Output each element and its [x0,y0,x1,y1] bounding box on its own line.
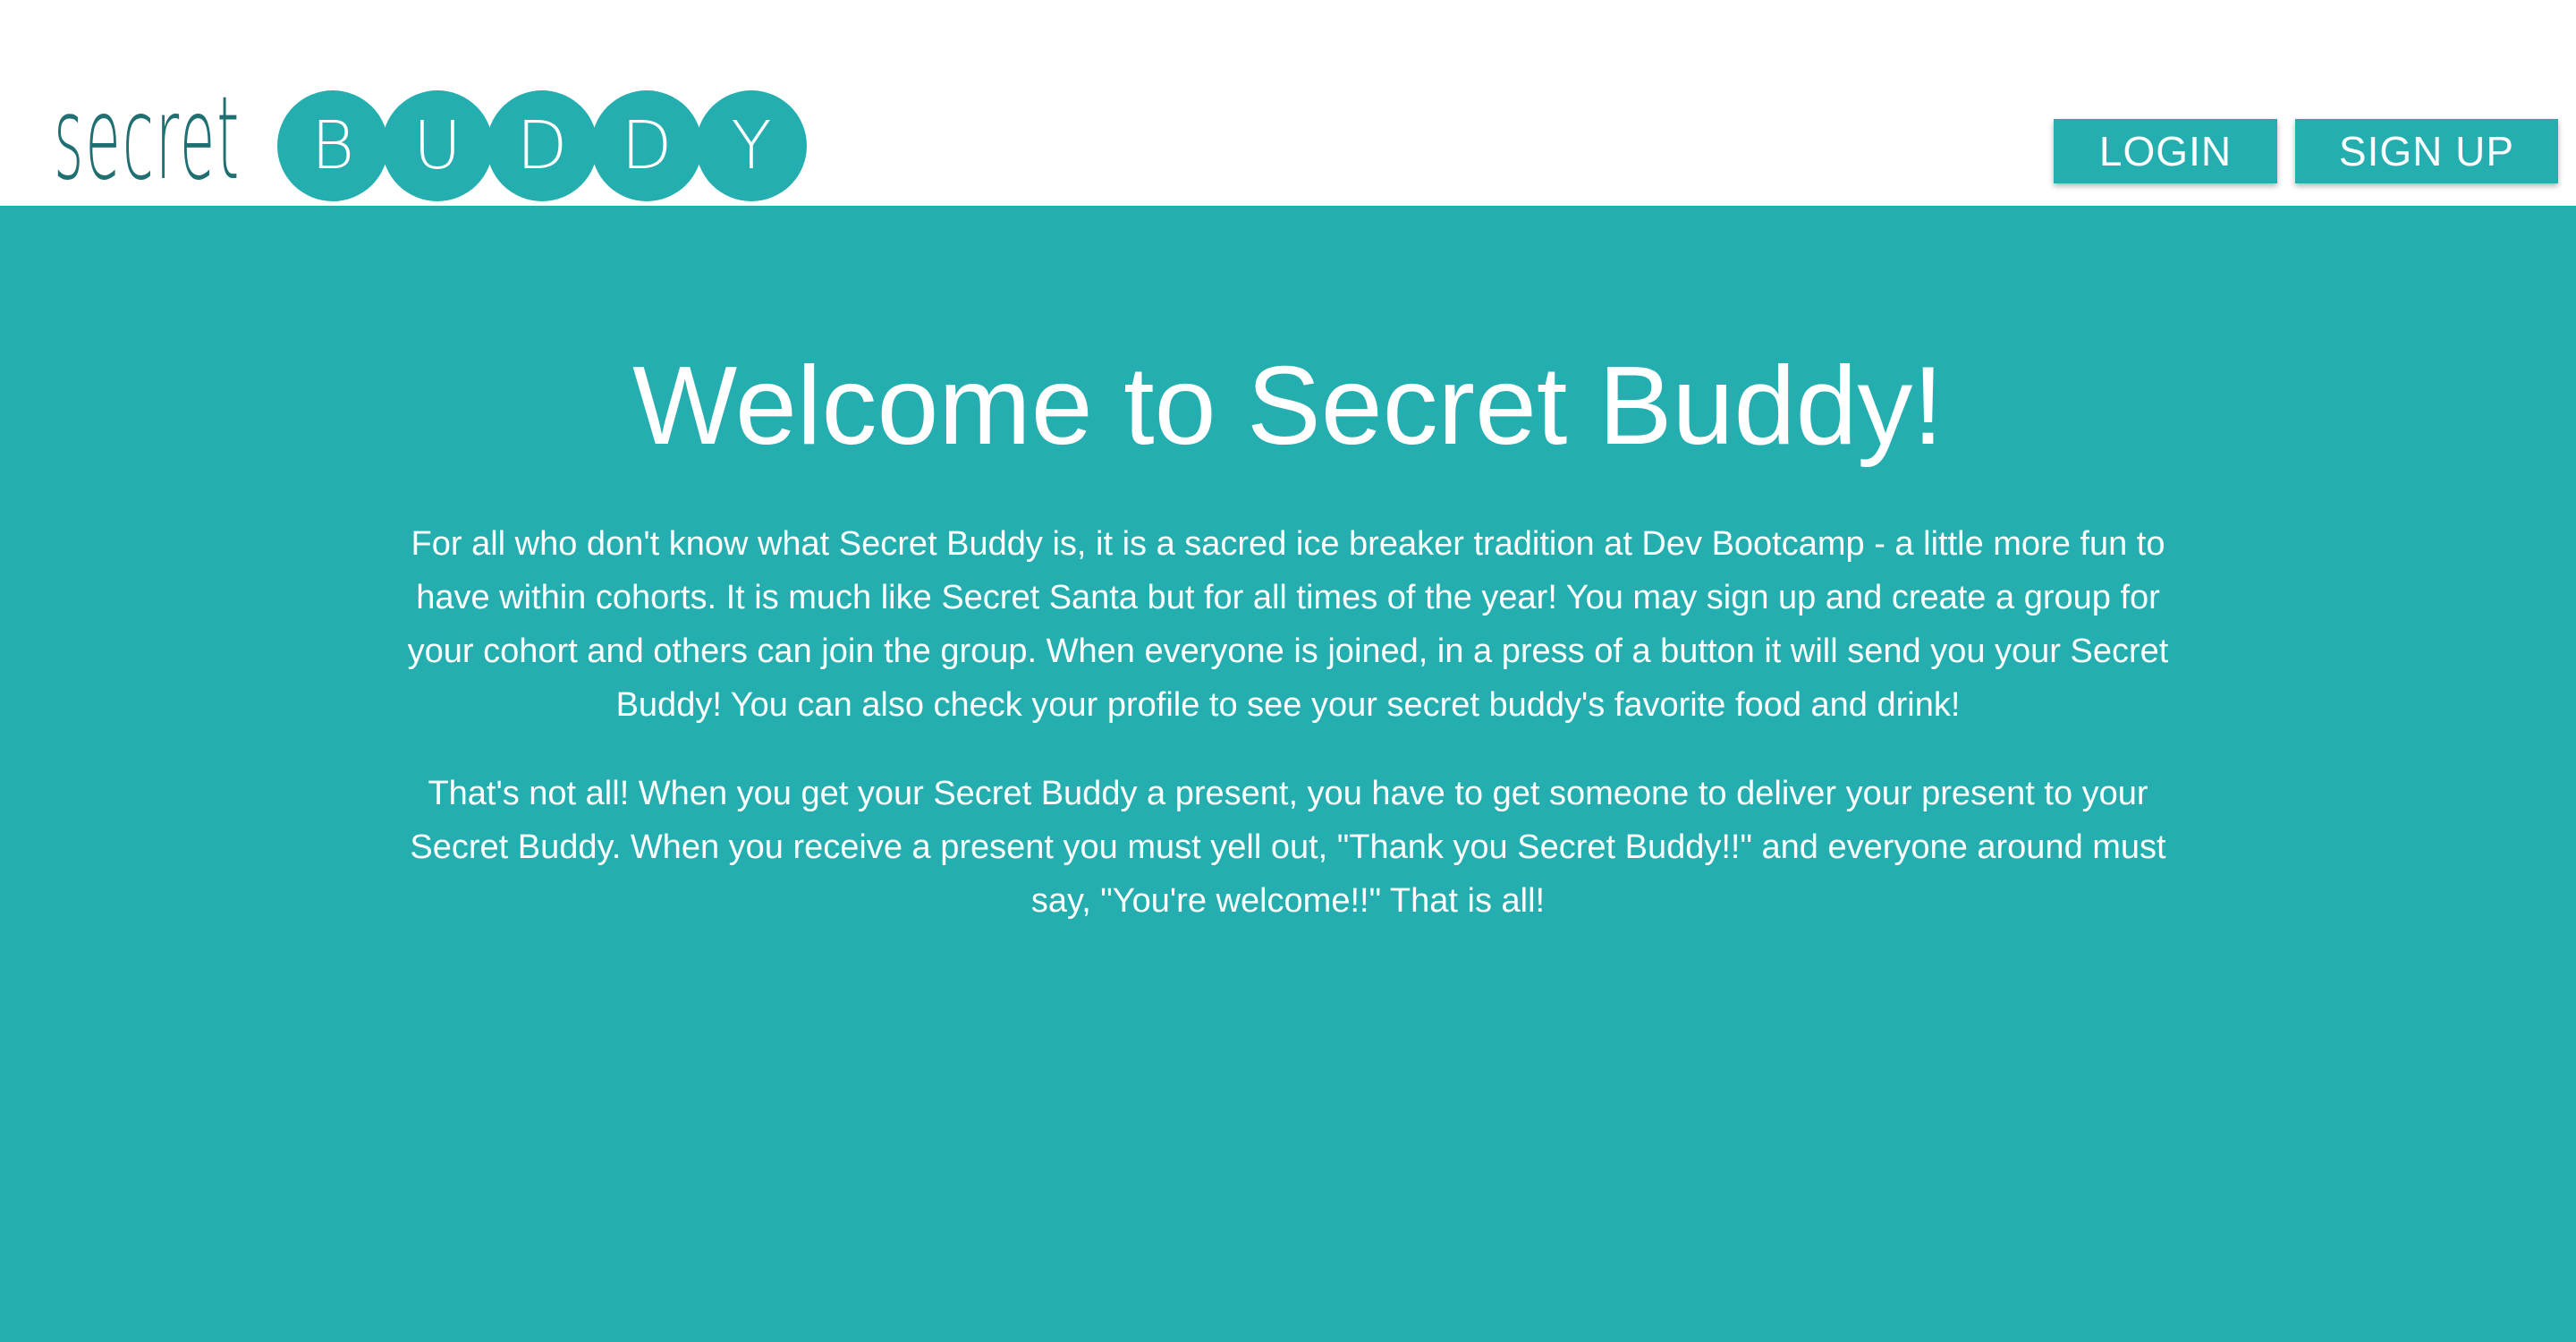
logo-letter-d: D [591,90,702,201]
nav-buttons: LOGIN SIGN UP [2054,119,2558,183]
site-header: secret B U D D Y LOGIN SIGN UP [0,0,2576,206]
intro-paragraph: That's not all! When you get your Secret… [410,775,2166,920]
logo-letter-u: U [382,90,493,201]
logo-letter-y: Y [696,90,807,201]
logo-secret-text: secret [54,72,242,206]
logo-letter-b: B [277,90,388,201]
login-button[interactable]: LOGIN [2054,119,2277,183]
main-content: Welcome to Secret Buddy! For all who don… [0,206,2576,1342]
secret-buddy-logo[interactable]: secret B U D D Y [54,82,807,202]
sign-up-button[interactable]: SIGN UP [2295,119,2558,183]
logo-buddy-circles: B U D D Y [277,90,807,201]
intro-text: For all who don't know what Secret Buddy… [385,517,2191,928]
logo-letter-d: D [487,90,597,201]
page-title: Welcome to Secret Buddy! [632,344,1944,468]
intro-paragraph: For all who don't know what Secret Buddy… [407,525,2169,724]
